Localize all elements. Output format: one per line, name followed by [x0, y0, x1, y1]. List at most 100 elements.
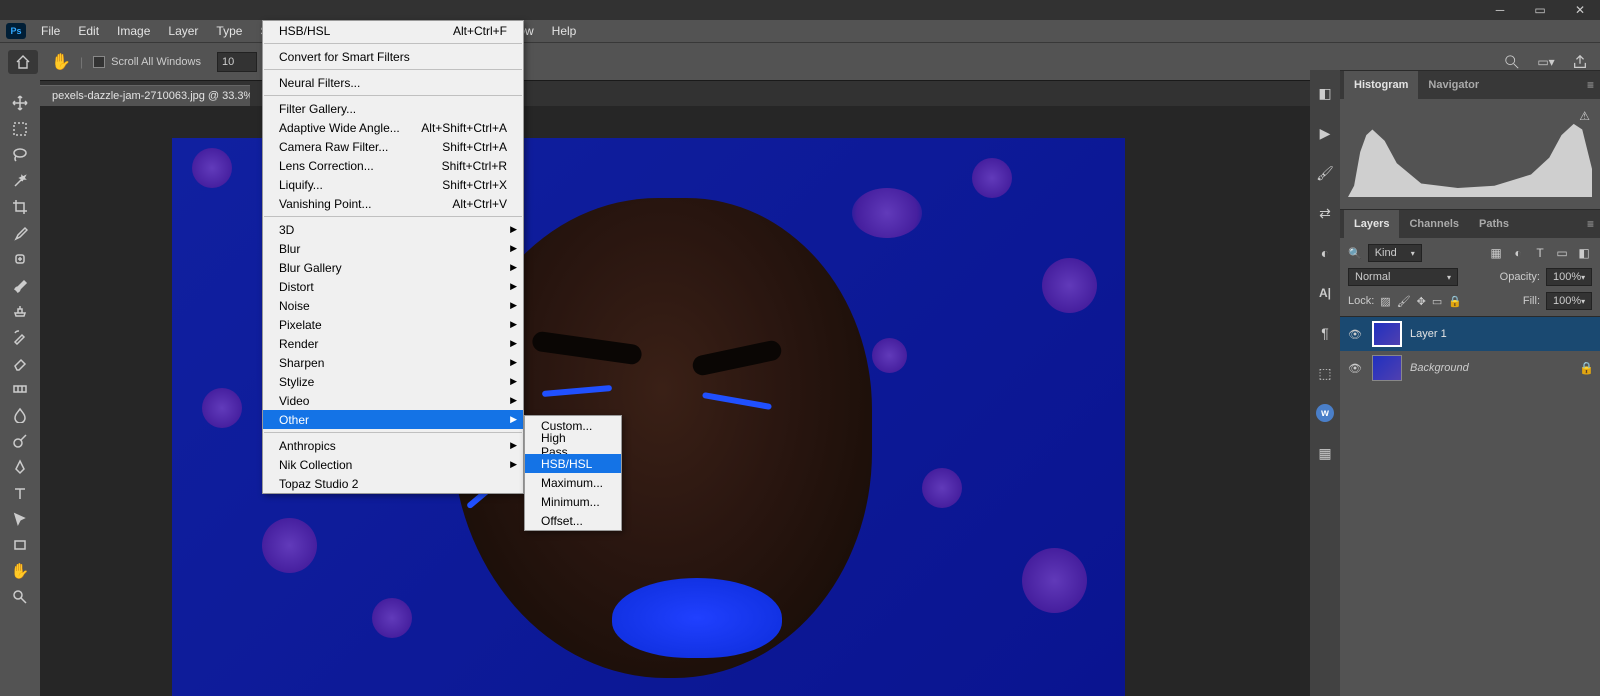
other-highpass[interactable]: High Pass... — [525, 435, 621, 454]
filter-vanishing[interactable]: Vanishing Point...Alt+Ctrl+V — [263, 194, 523, 213]
healing-brush-tool[interactable] — [4, 246, 36, 272]
filter-camera-raw[interactable]: Camera Raw Filter...Shift+Ctrl+A — [263, 137, 523, 156]
type-tool[interactable] — [4, 480, 36, 506]
magic-wand-tool[interactable] — [4, 168, 36, 194]
lock-transparency-icon[interactable]: ▨ — [1380, 295, 1390, 308]
marquee-tool[interactable] — [4, 116, 36, 142]
other-maximum[interactable]: Maximum... — [525, 473, 621, 492]
menu-image[interactable]: Image — [108, 20, 159, 42]
lasso-tool[interactable] — [4, 142, 36, 168]
layer-thumbnail[interactable] — [1372, 355, 1402, 381]
move-tool[interactable] — [4, 90, 36, 116]
tab-histogram[interactable]: Histogram — [1344, 71, 1418, 99]
lock-all-icon[interactable]: 🔒 — [1448, 295, 1462, 308]
eraser-tool[interactable] — [4, 350, 36, 376]
panel-menu-icon[interactable]: ≡ — [1587, 78, 1594, 92]
workspace-switcher-icon[interactable]: ▭▾ — [1536, 52, 1556, 72]
filter-pixelate[interactable]: Pixelate▶ — [263, 315, 523, 334]
filter-sharpen[interactable]: Sharpen▶ — [263, 353, 523, 372]
filter-blur[interactable]: Blur▶ — [263, 239, 523, 258]
share-icon[interactable] — [1570, 52, 1590, 72]
zoom-value-input[interactable]: 10 — [217, 52, 257, 72]
filter-gallery[interactable]: Filter Gallery... — [263, 99, 523, 118]
filter-topaz[interactable]: Topaz Studio 2 — [263, 474, 523, 493]
menu-file[interactable]: File — [32, 20, 69, 42]
lock-icon[interactable]: 🔒 — [1579, 361, 1594, 375]
filter-shape-icon[interactable]: ▭ — [1554, 245, 1570, 261]
dodge-tool[interactable] — [4, 428, 36, 454]
character-panel-icon[interactable]: A| — [1310, 276, 1340, 310]
layer-filter-kind[interactable]: Kind▾ — [1368, 244, 1422, 262]
actions-panel-icon[interactable]: ▶ — [1310, 116, 1340, 150]
filter-smart[interactable]: Convert for Smart Filters — [263, 47, 523, 66]
web-panel-icon[interactable]: w — [1310, 396, 1340, 430]
other-minimum[interactable]: Minimum... — [525, 492, 621, 511]
history-brush-tool[interactable] — [4, 324, 36, 350]
menu-type[interactable]: Type — [207, 20, 251, 42]
maximize-button[interactable]: ▭ — [1520, 0, 1560, 20]
color-panel-icon[interactable]: ◧ — [1310, 76, 1340, 110]
filter-nik[interactable]: Nik Collection▶ — [263, 455, 523, 474]
filter-blur-gallery[interactable]: Blur Gallery▶ — [263, 258, 523, 277]
filter-last[interactable]: HSB/HSLAlt+Ctrl+F — [263, 21, 523, 40]
paragraph-panel-icon[interactable]: ¶ — [1310, 316, 1340, 350]
panel-menu-icon[interactable]: ≡ — [1587, 217, 1594, 231]
path-selection-tool[interactable] — [4, 506, 36, 532]
crop-tool[interactable] — [4, 194, 36, 220]
close-button[interactable]: ✕ — [1560, 0, 1600, 20]
layer-thumbnail[interactable] — [1372, 321, 1402, 347]
properties-panel-icon[interactable]: ⇄ — [1310, 196, 1340, 230]
filter-wide-angle[interactable]: Adaptive Wide Angle...Alt+Shift+Ctrl+A — [263, 118, 523, 137]
menu-help[interactable]: Help — [543, 20, 586, 42]
fill-input[interactable]: 100%▾ — [1546, 292, 1592, 310]
layer-name[interactable]: Layer 1 — [1410, 328, 1447, 340]
zoom-tool[interactable] — [4, 584, 36, 610]
filter-adjust-icon[interactable]: ◐ — [1510, 245, 1526, 261]
document-tab[interactable]: pexels-dazzle-jam-2710063.jpg @ 33.3% — [40, 85, 250, 106]
menu-edit[interactable]: Edit — [69, 20, 108, 42]
filter-liquify[interactable]: Liquify...Shift+Ctrl+X — [263, 175, 523, 194]
blur-tool[interactable] — [4, 402, 36, 428]
filter-3d[interactable]: 3D▶ — [263, 220, 523, 239]
scroll-all-windows-checkbox[interactable]: Scroll All Windows — [93, 56, 201, 68]
layer-name[interactable]: Background — [1410, 362, 1469, 374]
other-offset[interactable]: Offset... — [525, 511, 621, 530]
filter-lens[interactable]: Lens Correction...Shift+Ctrl+R — [263, 156, 523, 175]
lock-pixels-icon[interactable]: 🖌 — [1397, 295, 1411, 308]
clone-stamp-tool[interactable] — [4, 298, 36, 324]
tab-paths[interactable]: Paths — [1469, 210, 1519, 238]
filter-stylize[interactable]: Stylize▶ — [263, 372, 523, 391]
home-button[interactable] — [8, 50, 38, 74]
histogram-warning-icon[interactable]: ⚠ — [1579, 109, 1590, 123]
filter-pixel-icon[interactable]: ▦ — [1488, 245, 1504, 261]
tab-layers[interactable]: Layers — [1344, 210, 1399, 238]
gradient-tool[interactable] — [4, 376, 36, 402]
filter-noise[interactable]: Noise▶ — [263, 296, 523, 315]
filter-distort[interactable]: Distort▶ — [263, 277, 523, 296]
hand-tool[interactable]: ✋ — [4, 558, 36, 584]
rectangle-tool[interactable] — [4, 532, 36, 558]
filter-video[interactable]: Video▶ — [263, 391, 523, 410]
eyedropper-tool[interactable] — [4, 220, 36, 246]
blend-mode-select[interactable]: Normal▾ — [1348, 268, 1458, 286]
filter-anthropics[interactable]: Anthropics▶ — [263, 436, 523, 455]
lock-position-icon[interactable]: ✥ — [1417, 295, 1426, 308]
menu-layer[interactable]: Layer — [159, 20, 207, 42]
brushes-panel-icon[interactable]: 🖌 — [1310, 156, 1340, 190]
tab-channels[interactable]: Channels — [1399, 210, 1469, 238]
filter-neural[interactable]: Neural Filters... — [263, 73, 523, 92]
brush-tool[interactable] — [4, 272, 36, 298]
libraries-panel-icon[interactable]: ▦ — [1310, 436, 1340, 470]
filter-smart-icon[interactable]: ◧ — [1576, 245, 1592, 261]
search-icon[interactable] — [1502, 52, 1522, 72]
lock-artboard-icon[interactable]: ▭ — [1432, 295, 1442, 308]
minimize-button[interactable]: ─ — [1480, 0, 1520, 20]
adjustments-panel-icon[interactable]: ◐ — [1310, 236, 1340, 270]
layer-row[interactable]: 👁 Background 🔒 — [1340, 351, 1600, 385]
visibility-toggle[interactable]: 👁 — [1346, 325, 1364, 343]
pen-tool[interactable] — [4, 454, 36, 480]
filter-render[interactable]: Render▶ — [263, 334, 523, 353]
layer-row[interactable]: 👁 Layer 1 — [1340, 317, 1600, 351]
visibility-toggle[interactable]: 👁 — [1346, 359, 1364, 377]
other-hsbhsl[interactable]: HSB/HSL — [525, 454, 621, 473]
